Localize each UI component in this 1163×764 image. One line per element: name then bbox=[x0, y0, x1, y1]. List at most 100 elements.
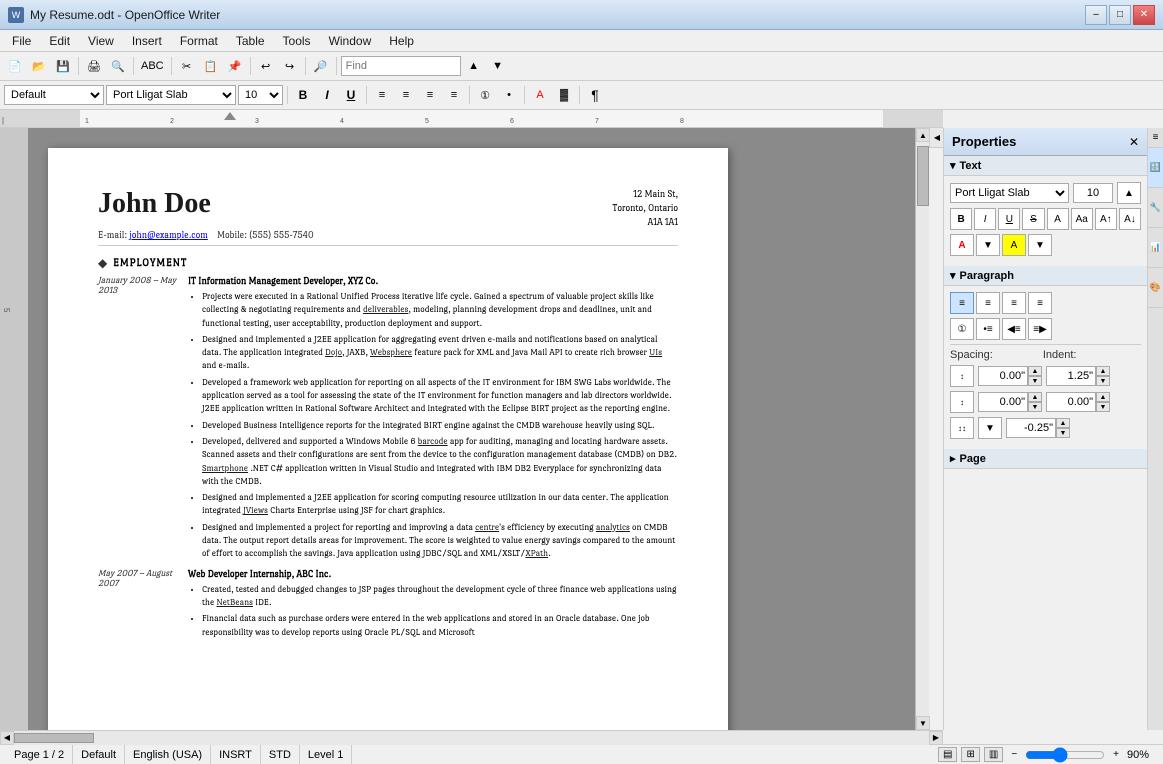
maximize-button[interactable]: □ bbox=[1109, 5, 1131, 25]
view-web-btn[interactable]: ⊞ bbox=[961, 747, 979, 762]
align-center-button[interactable]: ≡ bbox=[395, 84, 417, 106]
search-input[interactable] bbox=[341, 56, 461, 76]
panel-icon5[interactable]: 🎨 bbox=[1148, 268, 1163, 308]
font-size-up-button[interactable]: ▲ bbox=[1117, 182, 1141, 204]
menu-view[interactable]: View bbox=[80, 32, 122, 50]
bullets-button[interactable]: • bbox=[498, 84, 520, 106]
insert-mode[interactable]: INSRT bbox=[211, 745, 261, 764]
prop-increase-indent[interactable]: ≡▶ bbox=[1028, 318, 1052, 340]
line-spacing-up[interactable]: ▲ bbox=[1056, 418, 1070, 428]
spacing-above-input[interactable] bbox=[978, 366, 1028, 386]
minimize-button[interactable]: – bbox=[1085, 5, 1107, 25]
align-justify-button[interactable]: ≡ bbox=[443, 84, 465, 106]
indent-before-up[interactable]: ▲ bbox=[1096, 366, 1110, 376]
italic-button[interactable]: I bbox=[316, 84, 338, 106]
prop-align-right[interactable]: ≡ bbox=[1002, 292, 1026, 314]
prop-list-number[interactable]: ① bbox=[950, 318, 974, 340]
search-next-button[interactable]: ▼ bbox=[487, 55, 509, 77]
styles-button[interactable]: ¶ bbox=[584, 84, 606, 106]
selection-mode[interactable]: STD bbox=[261, 745, 300, 764]
highlight-button[interactable]: ▓ bbox=[553, 84, 575, 106]
font-size-select[interactable]: 10 bbox=[238, 85, 283, 105]
panel-icon4[interactable]: 📊 bbox=[1148, 228, 1163, 268]
spell-check-button[interactable]: ABC bbox=[138, 55, 167, 77]
spacing-above-down[interactable]: ▼ bbox=[1028, 376, 1042, 386]
paragraph-section-header[interactable]: ▾ Paragraph bbox=[944, 266, 1147, 286]
prop-font-size-input[interactable] bbox=[1073, 183, 1113, 203]
prop-font-select[interactable]: Port Lligat Slab bbox=[950, 183, 1069, 203]
prop-align-left[interactable]: ≡ bbox=[950, 292, 974, 314]
menu-help[interactable]: Help bbox=[381, 32, 422, 50]
line-spacing-dropdown[interactable]: ▼ bbox=[978, 417, 1002, 439]
prop-shadow-button[interactable]: A bbox=[1047, 208, 1069, 230]
zoom-slider[interactable] bbox=[1025, 749, 1105, 761]
find-button[interactable]: 🔎 bbox=[310, 55, 332, 77]
menu-tools[interactable]: Tools bbox=[275, 32, 319, 50]
scroll-left-button[interactable]: ◀ bbox=[0, 731, 14, 745]
scroll-down-button[interactable]: ▼ bbox=[916, 716, 930, 730]
print-preview-button[interactable]: 🔍 bbox=[107, 55, 129, 77]
prop-decrease-indent[interactable]: ◀≡ bbox=[1002, 318, 1026, 340]
open-button[interactable]: 📂 bbox=[28, 55, 50, 77]
menu-table[interactable]: Table bbox=[228, 32, 273, 50]
numbering-button[interactable]: ① bbox=[474, 84, 496, 106]
prop-italic-button[interactable]: I bbox=[974, 208, 996, 230]
view-normal-btn[interactable]: ▤ bbox=[938, 747, 957, 762]
indent-before-down[interactable]: ▼ bbox=[1096, 376, 1110, 386]
paragraph-style-select[interactable]: Default bbox=[4, 85, 104, 105]
vertical-scrollbar[interactable]: ▲ ▼ bbox=[915, 128, 929, 730]
spacing-below-down[interactable]: ▼ bbox=[1028, 402, 1042, 412]
paste-button[interactable]: 📌 bbox=[224, 55, 246, 77]
prop-highlight-btn[interactable]: A bbox=[1002, 234, 1026, 256]
undo-button[interactable]: ↩ bbox=[255, 55, 277, 77]
bold-button[interactable]: B bbox=[292, 84, 314, 106]
text-section-header[interactable]: ▾ Text bbox=[944, 156, 1147, 176]
email-link[interactable]: john@example.com bbox=[129, 230, 208, 241]
prop-bold-button[interactable]: B bbox=[950, 208, 972, 230]
align-right-button[interactable]: ≡ bbox=[419, 84, 441, 106]
search-prev-button[interactable]: ▲ bbox=[463, 55, 485, 77]
prop-strikethrough-button[interactable]: S bbox=[1022, 208, 1044, 230]
prop-font-color-dropdown[interactable]: ▼ bbox=[976, 234, 1000, 256]
copy-button[interactable]: 📋 bbox=[200, 55, 222, 77]
font-name-select[interactable]: Port Lligat Slab bbox=[106, 85, 236, 105]
panel-icon1[interactable]: ≡ bbox=[1148, 128, 1163, 148]
menu-insert[interactable]: Insert bbox=[124, 32, 170, 50]
prop-list-bullet[interactable]: •≡ bbox=[976, 318, 1000, 340]
redo-button[interactable]: ↪ bbox=[279, 55, 301, 77]
panel-collapse-btn[interactable]: ◀ bbox=[930, 128, 944, 148]
close-button[interactable]: ✕ bbox=[1133, 5, 1155, 25]
prop-highlight-dropdown[interactable]: ▼ bbox=[1028, 234, 1052, 256]
spacing-below-up[interactable]: ▲ bbox=[1028, 392, 1042, 402]
scroll-up-button[interactable]: ▲ bbox=[916, 128, 930, 142]
cut-button[interactable]: ✂ bbox=[176, 55, 198, 77]
properties-close-button[interactable]: ✕ bbox=[1129, 135, 1139, 149]
save-button[interactable]: 💾 bbox=[52, 55, 74, 77]
scroll-right-button[interactable]: ▶ bbox=[929, 731, 943, 745]
line-spacing-input[interactable] bbox=[1006, 418, 1056, 438]
spacing-above-up[interactable]: ▲ bbox=[1028, 366, 1042, 376]
underline-button[interactable]: U bbox=[340, 84, 362, 106]
indent-after-input[interactable] bbox=[1046, 392, 1096, 412]
menu-window[interactable]: Window bbox=[321, 32, 380, 50]
prop-subscript-button[interactable]: A↓ bbox=[1119, 208, 1141, 230]
spacing-below-input[interactable] bbox=[978, 392, 1028, 412]
h-scroll-thumb[interactable] bbox=[14, 733, 94, 743]
panel-icon2[interactable]: 🔠 bbox=[1148, 148, 1163, 188]
prop-font-color-btn[interactable]: A bbox=[950, 234, 974, 256]
indent-before-input[interactable] bbox=[1046, 366, 1096, 386]
print-button[interactable]: 🖨 bbox=[83, 55, 105, 77]
align-left-button[interactable]: ≡ bbox=[371, 84, 393, 106]
prop-caps-button[interactable]: Aa bbox=[1071, 208, 1093, 230]
menu-file[interactable]: File bbox=[4, 32, 39, 50]
indent-after-up[interactable]: ▲ bbox=[1096, 392, 1110, 402]
prop-align-justify[interactable]: ≡ bbox=[1028, 292, 1052, 314]
line-spacing-down[interactable]: ▼ bbox=[1056, 428, 1070, 438]
prop-superscript-button[interactable]: A↑ bbox=[1095, 208, 1117, 230]
panel-icon3[interactable]: 🔧 bbox=[1148, 188, 1163, 228]
horizontal-scrollbar[interactable]: ◀ ▶ bbox=[0, 730, 943, 744]
indent-after-down[interactable]: ▼ bbox=[1096, 402, 1110, 412]
prop-underline-button[interactable]: U bbox=[998, 208, 1020, 230]
scroll-thumb[interactable] bbox=[917, 146, 929, 206]
menu-edit[interactable]: Edit bbox=[41, 32, 78, 50]
